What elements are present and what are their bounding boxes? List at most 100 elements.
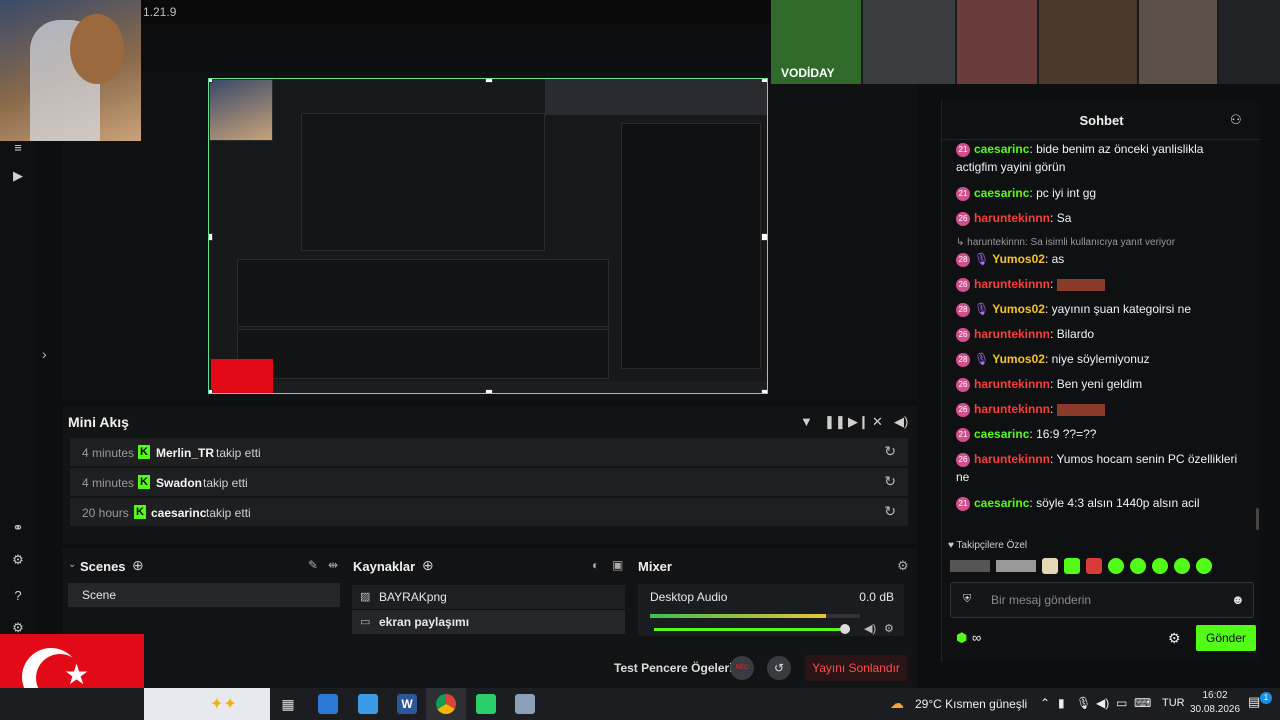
- chat-input[interactable]: ⛨ Bir mesaj gönderin ☻: [950, 582, 1254, 618]
- chat-username[interactable]: caesarinc: [974, 496, 1029, 510]
- plugin-icon[interactable]: ⚙: [10, 552, 26, 568]
- keyboard-icon[interactable]: ⌨: [1134, 696, 1151, 710]
- replay-icon[interactable]: ↻: [884, 503, 896, 520]
- menu-icon[interactable]: ≡: [10, 140, 26, 156]
- emote[interactable]: [1064, 558, 1080, 574]
- chevron-right-icon[interactable]: ›: [42, 346, 47, 362]
- filter-icon[interactable]: ▼: [800, 414, 813, 429]
- resize-handle[interactable]: [209, 233, 213, 241]
- chrome-tab[interactable]: [426, 688, 466, 720]
- source-settings-icon[interactable]: ◐: [592, 558, 599, 572]
- emote[interactable]: [1086, 558, 1102, 574]
- chat-username[interactable]: caesarinc: [974, 142, 1029, 156]
- nested-bottom-panels: [237, 329, 609, 379]
- replay-buffer-button[interactable]: ↺: [767, 656, 791, 680]
- chat-username[interactable]: Yumos02: [992, 352, 1045, 366]
- end-stream-button[interactable]: Yayını Sonlandır: [805, 655, 907, 681]
- speaker-icon[interactable]: ◀): [1096, 696, 1109, 710]
- rec-button[interactable]: REC: [730, 656, 754, 680]
- chat-username[interactable]: caesarinc: [974, 186, 1029, 200]
- skip-icon[interactable]: ▶❙: [848, 414, 869, 430]
- resize-handle[interactable]: [761, 389, 767, 393]
- source-item[interactable]: ▨ BAYRAKpng: [352, 585, 625, 609]
- kick-studio-icon[interactable]: [476, 694, 496, 714]
- volume-icon[interactable]: ◀): [894, 414, 908, 430]
- network-icon[interactable]: ▭: [1116, 696, 1127, 710]
- language-indicator[interactable]: TUR: [1162, 697, 1185, 709]
- emote[interactable]: [996, 560, 1036, 572]
- folder-icon[interactable]: ▣: [612, 558, 623, 572]
- emote: [1056, 278, 1105, 291]
- chat-username[interactable]: Yumos02: [992, 252, 1045, 266]
- emote[interactable]: [1196, 558, 1212, 574]
- mute-alerts-icon[interactable]: ✕: [872, 414, 883, 430]
- emote[interactable]: [1152, 558, 1168, 574]
- store-icon[interactable]: [358, 694, 378, 714]
- notification-icon[interactable]: ▤: [1248, 694, 1260, 710]
- source-item[interactable]: ▭ ekran paylaşımı: [352, 610, 625, 634]
- word-icon[interactable]: W: [397, 694, 417, 714]
- chat-scrollbar[interactable]: [1256, 508, 1259, 530]
- scene-canvas[interactable]: [208, 78, 768, 394]
- emote[interactable]: [950, 560, 990, 572]
- volume-slider[interactable]: [654, 628, 850, 631]
- play-icon[interactable]: ▶: [10, 168, 26, 184]
- resize-handle[interactable]: [209, 389, 213, 393]
- guest-cam: [863, 0, 955, 84]
- mixer-settings-icon[interactable]: ⚙: [897, 558, 909, 574]
- infinity-icon[interactable]: ∞: [972, 630, 981, 645]
- chat-username[interactable]: haruntekinnn: [974, 327, 1050, 341]
- replay-icon[interactable]: ↻: [884, 473, 896, 490]
- add-source-icon[interactable]: ⊕: [422, 557, 434, 574]
- pause-icon[interactable]: ❚❚: [824, 414, 846, 430]
- collapse-icon[interactable]: ⇹: [328, 558, 338, 572]
- pin-icon[interactable]: ✎: [308, 558, 318, 572]
- scene-item[interactable]: Scene: [68, 583, 340, 607]
- chat-username[interactable]: haruntekinnn: [974, 452, 1050, 466]
- chat-username[interactable]: caesarinc: [974, 427, 1029, 441]
- track-settings-icon[interactable]: ⚙: [884, 622, 894, 635]
- clock-date[interactable]: 30.08.2026: [1188, 704, 1242, 715]
- chat-username[interactable]: Yumos02: [992, 302, 1045, 316]
- resize-handle[interactable]: [761, 79, 767, 83]
- resize-handle[interactable]: [485, 79, 493, 83]
- feed-action: takip etti: [206, 506, 251, 520]
- chat-username[interactable]: haruntekinnn: [974, 377, 1050, 391]
- clock-time[interactable]: 16:02: [1198, 690, 1232, 701]
- resize-handle[interactable]: [209, 79, 213, 83]
- replay-icon[interactable]: ↻: [884, 443, 896, 460]
- guest-cam: [1219, 0, 1280, 84]
- chevron-up-icon[interactable]: ⌃: [1040, 696, 1050, 710]
- emote[interactable]: [1174, 558, 1190, 574]
- chevron-down-icon[interactable]: ⌄: [68, 559, 76, 570]
- subscriber-badge: 21: [956, 186, 970, 201]
- kick-logo-icon[interactable]: ⬢: [956, 630, 967, 646]
- task-view-icon[interactable]: ▦: [278, 694, 298, 714]
- battery-icon[interactable]: ▮: [1058, 696, 1065, 710]
- emote[interactable]: [1042, 558, 1058, 574]
- send-button[interactable]: Gönder: [1196, 625, 1256, 651]
- app-icon[interactable]: [515, 694, 535, 714]
- resize-handle[interactable]: [761, 233, 767, 241]
- volume-knob[interactable]: [840, 624, 850, 634]
- resize-handle[interactable]: [485, 389, 493, 393]
- speaker-icon[interactable]: ◀): [864, 622, 876, 635]
- help-icon[interactable]: ?: [10, 588, 26, 604]
- users-icon[interactable]: ⚇: [1230, 112, 1242, 128]
- chat-settings-icon[interactable]: ⚙: [1168, 630, 1181, 647]
- chat-message: 21 caesarinc: 16:9 ??=??: [956, 425, 1246, 443]
- emote[interactable]: [1130, 558, 1146, 574]
- weather-text[interactable]: 29°C Kısmen güneşli: [915, 697, 1027, 711]
- mic-icon[interactable]: 🎙: [1076, 696, 1091, 710]
- nested-flag: [211, 359, 273, 393]
- emote[interactable]: [1108, 558, 1124, 574]
- add-scene-icon[interactable]: ⊕: [132, 557, 144, 574]
- photos-icon[interactable]: [318, 694, 338, 714]
- search-box[interactable]: ✦✦: [144, 688, 270, 720]
- link-icon[interactable]: ⚭: [10, 520, 26, 536]
- chat-username[interactable]: haruntekinnn: [974, 402, 1050, 416]
- nested-preview: [301, 113, 545, 251]
- chat-username[interactable]: haruntekinnn: [974, 277, 1050, 291]
- emoji-icon[interactable]: ☻: [1231, 592, 1245, 607]
- chat-username[interactable]: haruntekinnn: [974, 211, 1050, 225]
